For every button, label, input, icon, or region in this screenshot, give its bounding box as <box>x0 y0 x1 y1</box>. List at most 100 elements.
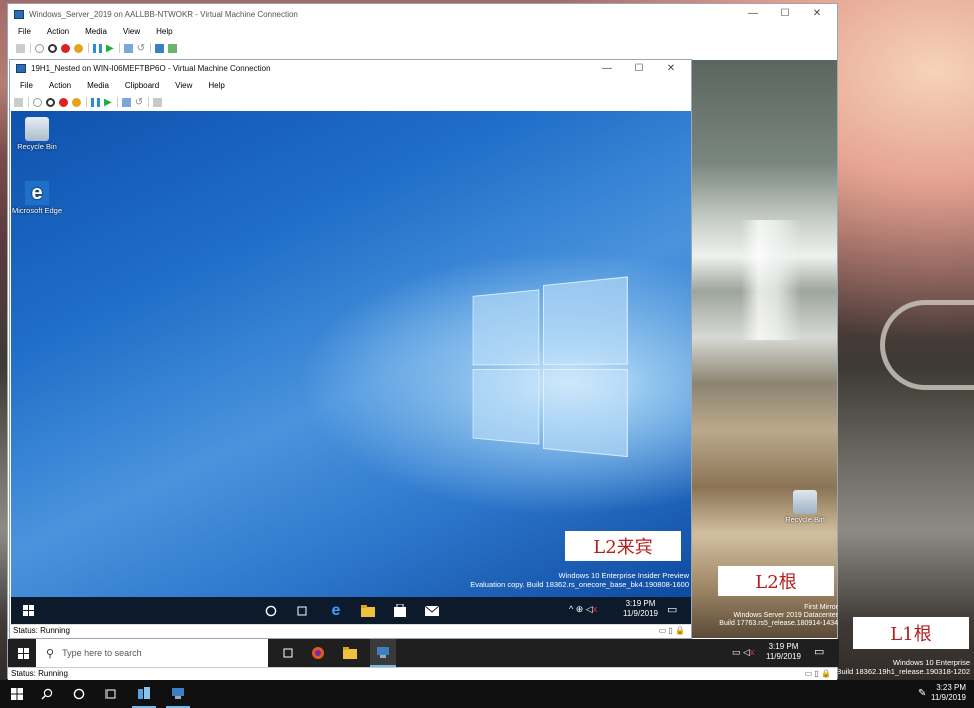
cortana-icon[interactable] <box>68 680 90 708</box>
vm1-status-icons: ▭ ▯ 🔒 <box>805 668 831 680</box>
menu-view[interactable]: View <box>123 27 140 36</box>
vm2-status-text: Status: Running <box>13 626 70 635</box>
l2-root-taskbar: ⚲ Type here to search ▭ ◁x 3:19 PM 11/9/… <box>8 639 839 667</box>
guest-edge-icon[interactable]: e <box>325 597 347 624</box>
ctrl-alt-del-icon[interactable] <box>16 44 25 53</box>
l2-vmconnect-icon[interactable] <box>370 639 396 667</box>
guest-notification-icon[interactable]: ▭ <box>667 603 677 616</box>
vm1-titlebar[interactable]: Windows_Server_2019 on AALLBB-NTWOKR - V… <box>8 4 837 24</box>
vm2-status-icons: ▭ ▯ 🔒 <box>659 625 685 637</box>
guest-cortana-icon[interactable] <box>260 597 282 624</box>
guest-task-view-icon[interactable] <box>291 597 313 624</box>
vm2-resume-icon[interactable]: ▶ <box>104 97 112 108</box>
guest-tray-icons[interactable]: ^ ⊕ ◁x <box>569 604 597 615</box>
host-watermark: Windows 10 Enterprise Build 18362.19h1_r… <box>837 658 970 676</box>
host-watermark-line1: Windows 10 Enterprise <box>837 658 970 667</box>
task-view-icon[interactable] <box>100 680 122 708</box>
guest-desktop: Recycle Bin e Microsoft Edge Windows 10 … <box>11 111 691 597</box>
vm2-start-icon[interactable] <box>33 98 42 107</box>
vm1-watermark-line3: Build 17763.rs5_release.180914-1434 <box>692 620 838 628</box>
l2-root-desktop: Recycle Bin <box>691 60 837 638</box>
enhanced-session-icon[interactable] <box>155 44 164 53</box>
shutdown-icon[interactable] <box>61 44 70 53</box>
l2-root-label: L2根 <box>718 566 834 596</box>
vm-connection-window-server2019[interactable]: Windows_Server_2019 on AALLBB-NTWOKR - V… <box>7 3 838 679</box>
l2-file-explorer-icon[interactable] <box>338 639 362 667</box>
vm2-titlebar[interactable]: 19H1_Nested on WIN-I06MEFTBP6O - Virtual… <box>10 60 691 77</box>
guest-start-button[interactable] <box>17 597 39 624</box>
server-manager-icon[interactable] <box>132 680 156 708</box>
turn-off-icon[interactable] <box>48 44 57 53</box>
vm2-checkpoint-icon[interactable] <box>122 98 131 107</box>
menu-file[interactable]: File <box>18 27 31 36</box>
guest-taskbar: e ^ ⊕ ◁x 3:19 PM 11/9/2019 ▭ <box>11 597 691 624</box>
vm2-menu-file[interactable]: File <box>20 81 33 90</box>
guest-clock-date: 11/9/2019 <box>623 609 658 619</box>
start-button[interactable] <box>6 680 28 708</box>
l2-search-box[interactable]: ⚲ Type here to search <box>36 639 268 667</box>
close-button[interactable]: ✕ <box>801 4 833 24</box>
recycle-bin-icon <box>25 117 49 141</box>
guest-edge-shortcut[interactable]: e Microsoft Edge <box>11 181 65 215</box>
minimize-button[interactable]: — <box>737 4 769 24</box>
vm2-turn-off-icon[interactable] <box>46 98 55 107</box>
menu-media[interactable]: Media <box>85 27 107 36</box>
vm1-status-text: Status: Running <box>11 669 68 678</box>
vm2-connection-icon <box>16 64 26 73</box>
pen-icon[interactable]: ✎ <box>918 688 926 699</box>
vm2-pause-icon[interactable] <box>91 98 100 107</box>
pause-icon[interactable] <box>93 44 102 53</box>
guest-recycle-bin[interactable]: Recycle Bin <box>11 117 65 151</box>
menu-action[interactable]: Action <box>47 27 69 36</box>
guest-store-icon[interactable] <box>389 597 411 624</box>
l2-start-button[interactable] <box>12 639 34 667</box>
start-vm-icon[interactable] <box>35 44 44 53</box>
host-clock[interactable]: 3:23 PM 11/9/2019 <box>931 683 966 703</box>
share-icon[interactable] <box>168 44 177 53</box>
hyperv-manager-icon[interactable] <box>166 680 190 708</box>
vm2-shutdown-icon[interactable] <box>59 98 68 107</box>
save-icon[interactable] <box>74 44 83 53</box>
vm2-minimize-button[interactable]: — <box>591 60 623 77</box>
l2-recycle-bin[interactable]: Recycle Bin <box>777 490 833 524</box>
recycle-bin-icon <box>793 490 817 514</box>
maximize-button[interactable]: ☐ <box>769 4 801 24</box>
edge-icon: e <box>25 181 49 205</box>
vm2-ctrl-alt-del-icon[interactable] <box>14 98 23 107</box>
resume-icon[interactable]: ▶ <box>106 43 114 54</box>
vm1-watermark-line1: First Mirror <box>692 604 838 612</box>
l2-notification-icon[interactable]: ▭ <box>814 645 824 658</box>
vm-connection-icon <box>14 10 24 19</box>
vm1-title: Windows_Server_2019 on AALLBB-NTWOKR - V… <box>29 10 298 19</box>
l2-task-view-icon[interactable] <box>276 639 300 667</box>
vm-connection-window-19h1-nested[interactable]: 19H1_Nested on WIN-I06MEFTBP6O - Virtual… <box>9 59 692 639</box>
vm2-save-icon[interactable] <box>72 98 81 107</box>
guest-file-explorer-icon[interactable] <box>357 597 379 624</box>
vm2-toolbar: ▶ ↺ <box>10 95 162 109</box>
menu-help[interactable]: Help <box>156 27 172 36</box>
guest-clock[interactable]: 3:19 PM 11/9/2019 <box>623 599 658 619</box>
vm2-menu-help[interactable]: Help <box>208 81 224 90</box>
waterfall <box>741 220 801 340</box>
l2-tray-icons[interactable]: ▭ ◁x <box>732 647 754 658</box>
vm2-menu-action[interactable]: Action <box>49 81 71 90</box>
checkpoint-icon[interactable] <box>124 44 133 53</box>
vm2-close-button[interactable]: ✕ <box>655 60 687 77</box>
search-icon[interactable] <box>36 680 58 708</box>
windows-logo-icon <box>11 688 23 700</box>
guest-mail-icon[interactable] <box>421 597 443 624</box>
vm2-menu-view[interactable]: View <box>175 81 192 90</box>
revert-icon[interactable]: ↺ <box>137 43 145 54</box>
vm2-revert-icon[interactable]: ↺ <box>135 97 143 108</box>
l2-clock[interactable]: 3:19 PM 11/9/2019 <box>766 642 801 662</box>
vm2-enhanced-session-icon[interactable] <box>153 98 162 107</box>
vm2-menu-media[interactable]: Media <box>87 81 109 90</box>
vm2-title: 19H1_Nested on WIN-I06MEFTBP6O - Virtual… <box>31 64 271 73</box>
guest-watermark-line1: Windows 10 Enterprise Insider Preview <box>470 571 689 580</box>
vm2-menu-clipboard[interactable]: Clipboard <box>125 81 159 90</box>
vm2-maximize-button[interactable]: ☐ <box>623 60 655 77</box>
vm2-menubar: File Action Media Clipboard View Help <box>10 78 231 93</box>
windows-logo-wallpaper <box>473 281 629 458</box>
firefox-icon[interactable] <box>306 639 330 667</box>
host-clock-time: 3:23 PM <box>931 683 966 693</box>
